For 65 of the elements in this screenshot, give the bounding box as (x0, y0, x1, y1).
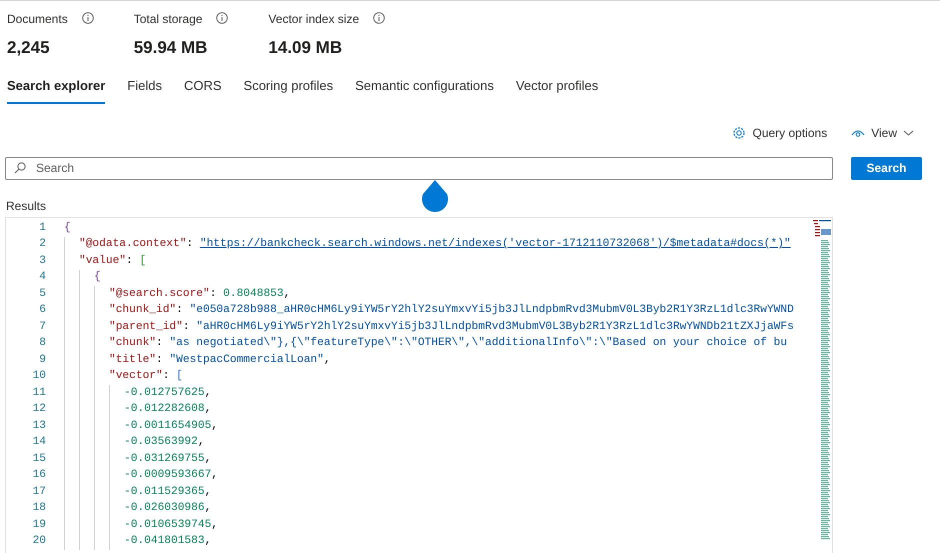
search-field[interactable]: Search (5, 156, 833, 180)
line-number: 19 (32, 518, 46, 533)
stat-value: 59.94 MB (134, 37, 208, 59)
chevron-down-icon (903, 130, 914, 136)
line-number: 16 (32, 468, 46, 484)
line-number: 1 (38, 220, 46, 236)
line-number: 3 (38, 254, 46, 269)
line-number: 20 (32, 534, 46, 550)
code-text: -0.012282608, (124, 402, 212, 418)
code-text: -0.041801583, (124, 534, 212, 550)
settings-icon (732, 126, 746, 140)
code-text: -0.026030986, (124, 501, 212, 516)
code-text: -0.012757625, (124, 386, 212, 401)
tab[interactable]: Semantic configurations (355, 76, 494, 104)
info-icon[interactable] (82, 12, 94, 24)
stat-label: Total storage (134, 11, 202, 28)
tab[interactable]: Fields (127, 76, 162, 104)
line-number: 8 (38, 336, 46, 352)
tab[interactable]: Search explorer (7, 76, 106, 104)
code-text: "chunk": "as negotiated\"},{\"featureType\":\"OTHER\",\"additionalInfo\":\"Based on your choice of bu (109, 336, 788, 352)
stat-value: 14.09 MB (268, 37, 344, 59)
line-number: 5 (38, 286, 46, 302)
tab[interactable]: Scoring profiles (244, 76, 334, 104)
drag-handle-icon[interactable] (420, 180, 450, 214)
code-text: { (64, 220, 71, 236)
info-icon[interactable] (216, 12, 228, 24)
search-icon (14, 162, 26, 174)
code-text: { (94, 270, 101, 286)
line-number: 2 (38, 237, 46, 252)
code-text: "vector": [ (109, 368, 183, 384)
code-text: "value": [ (79, 254, 146, 269)
line-number: 10 (32, 369, 46, 384)
code-text: "@search.score": 0.8048853, (109, 286, 290, 302)
line-number: 14 (32, 435, 46, 450)
code-text: "@odata.context": "https://bankcheck.search.windows.net/indexes('vector-1712110732068')/$metadata#docs(*)" (79, 236, 791, 252)
code-text: -0.0106539745, (124, 518, 218, 533)
code-text: "chunk_id": "e050a728b988_aHR0cHM6Ly9iYW5rY2hlY2suYmxvYi5jb3JlLndpbmRvd3MubmV0L3Byb2R1Y3RzL1dlc3RwYWND (109, 302, 794, 318)
line-number: 17 (32, 484, 46, 500)
stat-label: Vector index size (268, 11, 360, 28)
code-text: -0.031269755, (124, 452, 212, 467)
stat-label: Documents (7, 11, 68, 28)
info-icon[interactable] (373, 12, 386, 24)
code-text: "title": "WestpacCommercialLoan", (109, 352, 331, 368)
search-button[interactable]: Search (851, 156, 922, 180)
line-number: 4 (38, 270, 46, 286)
code-text: -0.011529365, (124, 484, 212, 500)
code-text: -0.03563992, (124, 435, 205, 450)
line-number: 12 (32, 402, 46, 418)
code-text: -0.0011654905, (124, 418, 218, 434)
line-number: 7 (38, 320, 46, 335)
results-label: Results (5, 198, 48, 215)
line-number: 11 (32, 386, 46, 401)
line-number: 9 (38, 352, 46, 368)
tab[interactable]: CORS (184, 76, 222, 104)
stat-value: 2,245 (7, 37, 51, 59)
line-number: 18 (32, 501, 46, 516)
view-dropdown[interactable]: View (851, 124, 914, 142)
line-number: 13 (32, 418, 46, 434)
tab[interactable]: Vector profiles (516, 76, 598, 104)
query-options-button[interactable]: Query options (732, 124, 828, 142)
code-text: -0.0009593667, (124, 468, 218, 484)
eye-icon (851, 128, 866, 138)
code-text: "parent_id": "aHR0cHM6Ly9iYW5rY2hlY2suYmxvYi5jb3JlLndpbmRvd3MubmV0L3Byb2R1Y3RzL1dlc3RwYWNDb21tZXJjaWFs (109, 320, 794, 335)
line-number: 15 (32, 452, 46, 467)
line-number: 6 (38, 303, 46, 318)
